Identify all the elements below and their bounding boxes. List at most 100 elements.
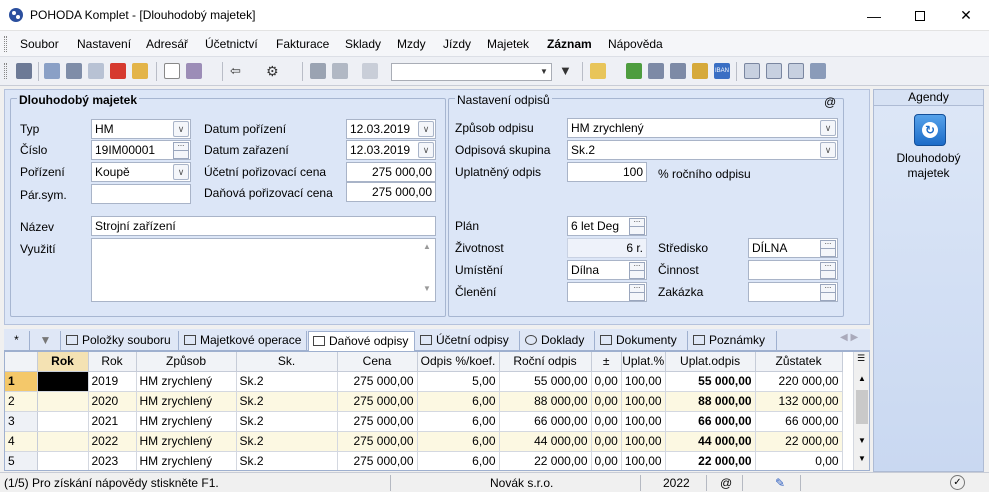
- tab-poznamky[interactable]: Poznámky: [689, 331, 777, 351]
- status-at[interactable]: @: [720, 476, 732, 490]
- cell-uplodpis[interactable]: 44 000,00: [665, 431, 756, 452]
- cell-zpusob[interactable]: HM zrychlený: [136, 411, 237, 432]
- form-icon[interactable]: [766, 63, 782, 79]
- cancel-edit-icon[interactable]: [332, 63, 348, 79]
- quick-search-combo[interactable]: ▼: [391, 63, 552, 81]
- col-header-sk[interactable]: Sk.: [236, 352, 338, 372]
- cell-rok[interactable]: 2022: [88, 431, 137, 452]
- cell-rok[interactable]: 2020: [88, 391, 137, 412]
- settings-gear-icon[interactable]: ⚙: [266, 63, 282, 79]
- col-header-rok-sel[interactable]: Rok: [37, 352, 89, 372]
- tab-ucetni-odpisy[interactable]: Účetní odpisy: [416, 331, 520, 351]
- cell-zustatek[interactable]: 66 000,00: [755, 411, 843, 432]
- parsym-field[interactable]: [91, 184, 191, 204]
- save-icon[interactable]: [310, 63, 326, 79]
- cell-rocni[interactable]: 44 000,00: [499, 431, 592, 452]
- menu-sklady[interactable]: Sklady: [345, 37, 381, 51]
- cell-zpusob[interactable]: HM zrychlený: [136, 431, 237, 452]
- datum-zarazeni-field[interactable]: 12.03.2019 ∨: [346, 140, 436, 160]
- window-icon[interactable]: [744, 63, 760, 79]
- exit-icon[interactable]: [16, 63, 32, 79]
- close-button[interactable]: ✕: [943, 0, 989, 31]
- cell-odpis[interactable]: 6,00: [417, 451, 500, 470]
- cell-odpis[interactable]: 5,00: [417, 371, 500, 392]
- cleneni-field[interactable]: ...: [567, 282, 647, 302]
- col-header-zpusob[interactable]: Způsob: [136, 352, 237, 372]
- cell-odpis[interactable]: 6,00: [417, 391, 500, 412]
- calculator-icon[interactable]: [670, 63, 686, 79]
- cell-uplodpis[interactable]: 22 000,00: [665, 451, 756, 470]
- cell-pm[interactable]: 0,00: [591, 431, 622, 452]
- chevron-down-icon[interactable]: ▼: [537, 64, 551, 80]
- cell-rok-sel[interactable]: [37, 451, 89, 470]
- dlouhodoby-majetek-icon[interactable]: ↻: [914, 114, 946, 146]
- chevron-down-icon[interactable]: ∨: [173, 121, 189, 137]
- pdf-icon[interactable]: [110, 63, 126, 79]
- chevron-down-icon[interactable]: ∨: [418, 142, 434, 158]
- col-header-uplat-pct[interactable]: Uplat.%: [621, 352, 666, 372]
- cislo-field[interactable]: 19IM00001...: [91, 140, 191, 160]
- cell-uplat[interactable]: 100,00: [621, 391, 666, 412]
- tabs-scroll-arrows[interactable]: ◀ ▶: [840, 332, 858, 343]
- chevron-down-icon[interactable]: ∨: [820, 120, 836, 136]
- plan-field[interactable]: 6 let Deg...: [567, 216, 647, 236]
- row-number[interactable]: 4: [5, 431, 38, 452]
- cell-zpusob[interactable]: HM zrychlený: [136, 391, 237, 412]
- menu-nastaveni[interactable]: Nastavení: [77, 37, 131, 51]
- pen-icon[interactable]: ✎: [775, 476, 785, 490]
- menu-zaznam[interactable]: Záznam: [547, 37, 592, 51]
- skupina-select[interactable]: Sk.2 ∨: [567, 140, 838, 160]
- tab-polozky-souboru[interactable]: Položky souboru: [62, 331, 179, 351]
- col-header-plusminus[interactable]: ±: [591, 352, 622, 372]
- table-row[interactable]: 3 2021 HM zrychlený Sk.2 275 000,00 6,00…: [5, 411, 843, 432]
- row-number[interactable]: 3: [5, 411, 38, 432]
- scroll-last-arrow[interactable]: ▼: [858, 454, 866, 463]
- cell-odpis[interactable]: 6,00: [417, 411, 500, 432]
- datum-porizeni-field[interactable]: 12.03.2019 ∨: [346, 119, 436, 139]
- cell-uplodpis[interactable]: 55 000,00: [665, 371, 756, 392]
- chevron-down-icon[interactable]: ∨: [173, 164, 189, 180]
- menu-napoveda[interactable]: Nápověda: [608, 37, 663, 51]
- textarea-scroll[interactable]: ▲ ▼: [420, 240, 434, 300]
- cell-pm[interactable]: 0,00: [591, 411, 622, 432]
- duplicate-icon[interactable]: [362, 63, 378, 79]
- export-icon[interactable]: [132, 63, 148, 79]
- tab-doklady[interactable]: Doklady: [521, 331, 595, 351]
- cell-sk[interactable]: Sk.2: [236, 451, 338, 470]
- cell-uplat[interactable]: 100,00: [621, 431, 666, 452]
- cinnost-field[interactable]: ...: [748, 260, 838, 280]
- col-header-rok[interactable]: Rok: [88, 352, 137, 372]
- col-header-odpis-koef[interactable]: Odpis %/koef.: [417, 352, 500, 372]
- chevron-down-icon[interactable]: ∨: [820, 142, 836, 158]
- minimize-button[interactable]: —: [851, 0, 897, 31]
- report-icon[interactable]: [788, 63, 804, 79]
- tab-filter[interactable]: ▼: [31, 331, 61, 351]
- filter-icon[interactable]: ▼: [559, 63, 575, 79]
- cell-cena[interactable]: 275 000,00: [337, 411, 418, 432]
- zpusob-select[interactable]: HM zrychlený ∨: [567, 118, 838, 138]
- tab-dokumenty[interactable]: Dokumenty: [596, 331, 688, 351]
- cell-rok-sel[interactable]: [37, 411, 89, 432]
- cell-cena[interactable]: 275 000,00: [337, 451, 418, 470]
- cell-zpusob[interactable]: HM zrychlený: [136, 371, 237, 392]
- folder-icon[interactable]: [590, 63, 606, 79]
- cell-rocni[interactable]: 66 000,00: [499, 411, 592, 432]
- menu-ucetnictvi[interactable]: Účetnictví: [205, 37, 258, 51]
- tab-danove-odpisy[interactable]: Daňové odpisy: [308, 331, 415, 352]
- porizeni-select[interactable]: Koupě ∨: [91, 162, 191, 182]
- at-link[interactable]: @: [824, 95, 836, 109]
- row-number[interactable]: 5: [5, 451, 38, 470]
- menu-mzdy[interactable]: Mzdy: [397, 37, 426, 51]
- umisteni-field[interactable]: Dílna...: [567, 260, 647, 280]
- col-header-zustatek[interactable]: Zůstatek: [755, 352, 843, 372]
- menu-majetek[interactable]: Majetek: [487, 37, 529, 51]
- cell-rok[interactable]: 2023: [88, 451, 137, 470]
- nazev-field[interactable]: Strojní zařízení: [91, 216, 436, 236]
- cell-cena[interactable]: 275 000,00: [337, 431, 418, 452]
- help-pointer-icon[interactable]: [810, 63, 826, 79]
- table-scrollbar[interactable]: ☰ ▲ ▼ ▼: [853, 352, 869, 470]
- scroll-down-arrow[interactable]: ▼: [858, 436, 866, 445]
- new-record-icon[interactable]: [164, 63, 180, 79]
- cell-zustatek[interactable]: 22 000,00: [755, 431, 843, 452]
- toolbar-grip[interactable]: [4, 63, 7, 79]
